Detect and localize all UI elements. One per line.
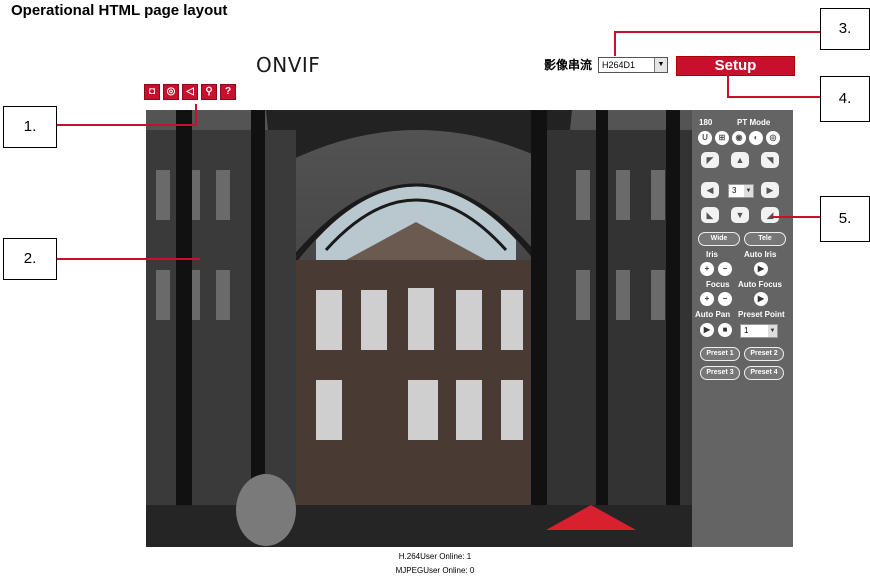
stream-label: 影像串流 [544, 58, 593, 72]
video-view[interactable] [146, 110, 692, 547]
pan-down-left-button[interactable]: ◣ [701, 207, 719, 223]
auto-focus-label: Auto Focus [738, 280, 782, 289]
record-icon[interactable]: ◎ [163, 84, 179, 100]
callout-2-line [55, 258, 200, 260]
speaker-icon[interactable]: ◁ [182, 84, 198, 100]
chevron-down-icon[interactable]: ▼ [744, 185, 753, 197]
onvif-logo: ONVIF [256, 53, 321, 77]
preset-point-label: Preset Point [738, 310, 785, 319]
chevron-down-icon[interactable]: ▼ [768, 325, 777, 337]
callout-4-line [727, 96, 820, 98]
callout-1-line-vertical [195, 104, 197, 126]
callout-4: 4. [820, 76, 870, 122]
mjpeg-users-status: MJPEGUser Online: 0 [395, 566, 475, 575]
stream-select-value: H264D1 [602, 60, 636, 70]
auto-iris-label: Auto Iris [744, 250, 777, 259]
focus-near-icon[interactable]: + [700, 292, 714, 306]
preset-4-button[interactable]: Preset 4 [744, 366, 784, 380]
pan-down-button[interactable]: ▼ [731, 207, 749, 223]
callout-3-line-vertical [614, 31, 616, 56]
video-frame-image [146, 110, 692, 547]
pan-down-right-button[interactable]: ◢ [761, 207, 779, 223]
auto-focus-play-icon[interactable]: ▶ [754, 292, 768, 306]
preset-1-button[interactable]: Preset 1 [700, 347, 740, 361]
ptz-control-panel: 180 PT Mode U ⊞ ◉ ◐ ◎ ◤ ▲ ◥ ◀ 3 ▼ ▶ ◣ ▼ … [692, 110, 793, 547]
pt-mode-1-icon[interactable]: ◉ [732, 131, 746, 145]
preset-3-button[interactable]: Preset 3 [700, 366, 740, 380]
rotate-icon[interactable]: U [698, 131, 712, 145]
preset-select-value: 1 [744, 326, 749, 335]
iris-label: Iris [706, 250, 719, 259]
auto-pan-label: Auto Pan [695, 310, 731, 319]
h264-users-status: H.264User Online: 1 [398, 552, 472, 561]
speed-select-value: 3 [732, 186, 737, 195]
callout-1: 1. [3, 106, 57, 148]
help-icon[interactable]: ? [220, 84, 236, 100]
iris-open-icon[interactable]: + [700, 262, 714, 276]
focus-far-icon[interactable]: − [718, 292, 732, 306]
focus-label: Focus [706, 280, 730, 289]
callout-3: 3. [820, 8, 870, 50]
pt-mode-grid-icon[interactable]: ⊞ [715, 131, 729, 145]
pan-right-button[interactable]: ▶ [761, 182, 779, 198]
callout-5: 5. [820, 196, 870, 242]
speed-select[interactable]: 3 ▼ [728, 184, 754, 198]
toolbar: ◘ ◎ ◁ ⚲ ? [144, 84, 236, 100]
pt-mode-3-icon[interactable]: ◎ [766, 131, 780, 145]
auto-pan-play-icon[interactable]: ▶ [700, 323, 714, 337]
callout-4-line-vertical [727, 75, 729, 97]
callout-2: 2. [3, 238, 57, 280]
callout-5-line [771, 216, 820, 218]
preset-2-button[interactable]: Preset 2 [744, 347, 784, 361]
rotate-180-label: 180 [699, 118, 713, 127]
zoom-wide-button[interactable]: Wide [698, 232, 740, 246]
iris-close-icon[interactable]: − [718, 262, 732, 276]
zoom-icon[interactable]: ⚲ [201, 84, 217, 100]
pt-mode-label: PT Mode [737, 118, 771, 127]
auto-iris-play-icon[interactable]: ▶ [754, 262, 768, 276]
callout-1-line [55, 124, 196, 126]
pt-mode-2-icon[interactable]: ◐ [749, 131, 763, 145]
pan-up-button[interactable]: ▲ [731, 152, 749, 168]
page-title: Operational HTML page layout [11, 2, 228, 19]
auto-pan-stop-icon[interactable]: ■ [718, 323, 732, 337]
pan-left-button[interactable]: ◀ [701, 182, 719, 198]
preset-select[interactable]: 1 ▼ [740, 324, 778, 338]
stream-select[interactable]: H264D1 ▼ [598, 57, 668, 73]
pan-up-left-button[interactable]: ◤ [701, 152, 719, 168]
setup-button[interactable]: Setup [676, 56, 795, 76]
pan-up-right-button[interactable]: ◥ [761, 152, 779, 168]
chevron-down-icon[interactable]: ▼ [654, 58, 667, 72]
callout-3-line [614, 31, 820, 33]
zoom-tele-button[interactable]: Tele [744, 232, 786, 246]
snapshot-icon[interactable]: ◘ [144, 84, 160, 100]
